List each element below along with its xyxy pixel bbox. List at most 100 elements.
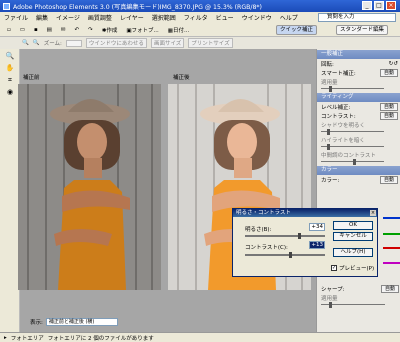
zoom-out-icon[interactable]: 🔍 bbox=[22, 40, 29, 46]
photo-browser-label: フォトブ... bbox=[131, 27, 159, 34]
email-icon[interactable]: ✉ bbox=[58, 25, 69, 35]
create-button[interactable]: ✱作成 bbox=[99, 24, 121, 36]
maximize-button[interactable]: □ bbox=[374, 1, 384, 10]
dialog-title: 明るさ・コントラスト bbox=[236, 210, 291, 216]
photo-bin-label: フォトエリア bbox=[10, 335, 44, 342]
contrast-value: +13 bbox=[311, 242, 323, 248]
preview-label: プレビュー(P) bbox=[339, 266, 375, 272]
general-fixes-header[interactable]: 一般補正 bbox=[317, 50, 400, 59]
view-select[interactable]: 補正前と補正後 (横) bbox=[45, 318, 118, 326]
menu-view[interactable]: ビュー bbox=[216, 13, 234, 22]
standard-edit-label: スタンダード編集 bbox=[340, 27, 385, 33]
contrast-label: コントラスト: bbox=[321, 113, 356, 120]
quick-fix-panel: 一般補正 回転: ↻↺ スマート補正: 自動 適用量 ライティング レベル補正: 自動… bbox=[316, 49, 400, 332]
menu-file[interactable]: ファイル bbox=[4, 13, 28, 22]
general-fixes-label: 一般補正 bbox=[321, 51, 344, 57]
midtone-slider[interactable] bbox=[321, 159, 396, 165]
photo-bin-icon[interactable]: ▸ bbox=[4, 335, 7, 341]
lighting-header[interactable]: ライティング bbox=[317, 93, 400, 102]
window-title: Adobe Photoshop Elements 3.0 (写真編集モード)IM… bbox=[13, 3, 262, 11]
new-icon[interactable]: ▫ bbox=[4, 25, 14, 35]
contrast-slider[interactable] bbox=[289, 252, 293, 258]
help-search-placeholder: 質問を入力 bbox=[327, 14, 355, 20]
smart-fix-row: スマート補正: 自動 bbox=[317, 68, 400, 77]
menu-image[interactable]: イメージ bbox=[56, 13, 80, 22]
crop-tool-icon[interactable]: ⌗ bbox=[4, 75, 16, 85]
brightness-track[interactable] bbox=[245, 235, 325, 237]
lighting-label: ライティング bbox=[321, 94, 354, 100]
highlights-label: ハイライトを暗く bbox=[321, 137, 365, 144]
title-bar: Adobe Photoshop Elements 3.0 (写真編集モード)IM… bbox=[0, 0, 400, 12]
shadows-slider[interactable] bbox=[321, 129, 396, 135]
smart-amount-slider[interactable] bbox=[321, 86, 396, 92]
smart-fix-label: スマート補正: bbox=[321, 70, 356, 77]
minimize-button[interactable]: _ bbox=[362, 1, 372, 10]
menu-layer[interactable]: レイヤー bbox=[120, 13, 144, 22]
rotate-icon[interactable]: ↻↺ bbox=[389, 61, 398, 67]
redo-icon[interactable]: ↷ bbox=[85, 25, 96, 35]
before-photo[interactable] bbox=[18, 84, 161, 290]
close-button[interactable]: × bbox=[386, 1, 396, 10]
checkmark-icon: ✓ bbox=[331, 265, 337, 271]
levels-auto-button[interactable]: 自動 bbox=[379, 102, 398, 111]
brightness-label: 明るさ(B): bbox=[245, 227, 272, 233]
date-view-button[interactable]: ▦日付... bbox=[165, 24, 192, 36]
highlights-slider[interactable] bbox=[321, 144, 396, 150]
help-button[interactable]: ヘルプ(H) bbox=[333, 248, 373, 257]
color-fix-label: カラー: bbox=[321, 177, 340, 184]
menu-window[interactable]: ウインドウ bbox=[242, 13, 272, 22]
brightness-slider[interactable] bbox=[297, 233, 301, 239]
contrast-auto-button[interactable]: 自動 bbox=[379, 111, 398, 120]
color-auto-button[interactable]: 自動 bbox=[379, 175, 398, 184]
menu-select[interactable]: 選択範囲 bbox=[152, 13, 176, 22]
menu-edit[interactable]: 編集 bbox=[36, 13, 48, 22]
photo-bin-hint: フォトエリアに 2 個のファイルがあります bbox=[47, 335, 154, 342]
preview-checkbox[interactable]: ✓ プレビュー(P) bbox=[331, 264, 374, 272]
quick-fix-button[interactable]: クイック補正 bbox=[276, 25, 318, 35]
open-icon[interactable]: ▭ bbox=[17, 25, 28, 35]
sharpen-auto-button[interactable]: 自動 bbox=[380, 284, 399, 293]
color-label: カラー bbox=[321, 167, 338, 173]
smart-fix-auto-button[interactable]: 自動 bbox=[379, 68, 398, 77]
view-select-value: 補正前と補正後 (横) bbox=[48, 319, 95, 325]
zoom-in-icon[interactable]: 🔍 bbox=[33, 40, 40, 46]
photo-browser-button[interactable]: ▣フォトブ... bbox=[123, 24, 161, 36]
contrast-track[interactable] bbox=[245, 254, 325, 256]
zoom-label: ズーム: bbox=[43, 41, 62, 47]
hand-tool-icon[interactable]: ✋ bbox=[4, 63, 16, 73]
print-size-button[interactable]: プリントサイズ bbox=[188, 38, 233, 48]
actual-pixels-button[interactable]: 画面サイズ bbox=[150, 38, 185, 48]
red-eye-tool-icon[interactable]: ◉ bbox=[4, 87, 16, 97]
standard-edit-button[interactable]: スタンダード編集 bbox=[336, 25, 389, 35]
cancel-button[interactable]: キャンセル bbox=[333, 232, 373, 241]
sharpen-slider[interactable] bbox=[321, 302, 397, 308]
color-row: カラー: 自動 bbox=[317, 175, 400, 184]
save-icon[interactable]: ▪ bbox=[31, 25, 41, 35]
print-icon[interactable]: ▤ bbox=[44, 25, 55, 35]
color-header[interactable]: カラー bbox=[317, 166, 400, 175]
brightness-field[interactable]: +34 bbox=[309, 223, 325, 231]
menu-help[interactable]: ヘルプ bbox=[280, 13, 298, 22]
status-bar: ▸ フォトエリア フォトエリアに 2 個のファイルがあります bbox=[0, 332, 400, 342]
tools-bar: 🔍 ✋ ⌗ ◉ bbox=[0, 49, 20, 332]
help-search-input[interactable]: 質問を入力 bbox=[318, 13, 396, 22]
levels-row: レベル補正: 自動 bbox=[317, 102, 400, 111]
before-label: 補正前 bbox=[23, 75, 40, 81]
contrast-dialog-label: コントラスト(C): bbox=[245, 245, 288, 251]
rotate-row: 回転: ↻↺ bbox=[317, 59, 400, 68]
quick-fix-label: クイック補正 bbox=[280, 27, 314, 33]
sharpen-amount-row: 適用量 bbox=[317, 293, 400, 302]
fit-window-button[interactable]: ウインドウにあわせる bbox=[85, 38, 147, 48]
undo-icon[interactable]: ↶ bbox=[71, 25, 82, 35]
smart-amount-label: 適用量 bbox=[321, 79, 338, 86]
levels-label: レベル補正: bbox=[321, 104, 351, 111]
ok-button[interactable]: OK bbox=[333, 221, 373, 230]
zoom-field[interactable] bbox=[65, 39, 82, 47]
highlights-row: ハイライトを暗く bbox=[317, 135, 400, 144]
zoom-tool-icon[interactable]: 🔍 bbox=[4, 51, 16, 61]
menu-filter[interactable]: フィルタ bbox=[184, 13, 208, 22]
contrast-field[interactable]: +13 bbox=[309, 241, 325, 249]
dialog-close-button[interactable]: × bbox=[370, 210, 376, 216]
menu-enhance[interactable]: 画質調整 bbox=[88, 13, 112, 22]
midtone-label: 中間調のコントラスト bbox=[321, 152, 376, 159]
